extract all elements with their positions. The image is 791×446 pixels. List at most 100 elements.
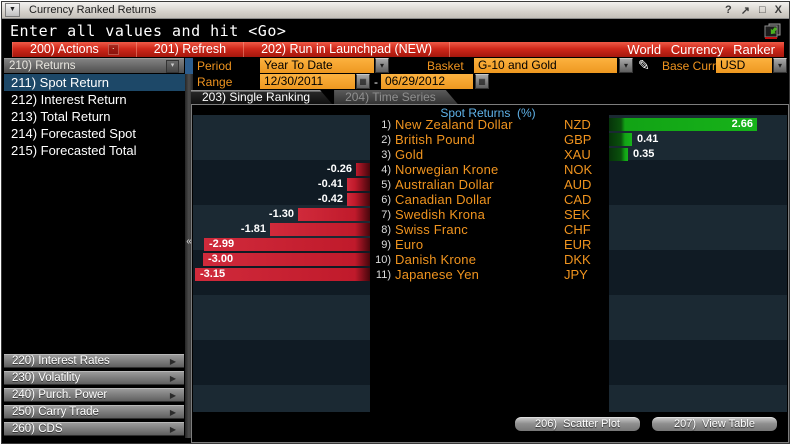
currency-code: DKK — [564, 252, 591, 267]
bar-value-label: -3.00 — [208, 253, 234, 265]
app-window: ▼ Currency Ranked Returns ? ↗ □ X Enter all… — [1, 1, 790, 444]
range-end-input[interactable]: 06/29/2012 — [381, 74, 473, 89]
help-icon[interactable]: ? — [725, 4, 732, 17]
currency-name: Danish Krone — [395, 252, 477, 267]
sidebar-header-returns[interactable]: 210) Returns ▾ — [4, 58, 184, 73]
sidebar-section-bar[interactable]: 240) Purch. Power ▶ — [4, 388, 184, 402]
window-controls: ? ↗ □ X — [725, 4, 782, 17]
submenu-arrow-icon: ▶ — [169, 407, 176, 417]
currency-row[interactable]: 9) Euro EUR — [370, 237, 609, 252]
ranking-panel: Spot Returns (%) -0.26 -0.41 -0.42 -1.30 -1.… — [191, 104, 789, 443]
tab-single-ranking[interactable]: 203) Single Ranking — [191, 90, 332, 104]
menu-item[interactable]: 200) Actions · — [12, 42, 137, 57]
bar-value-label: 0.35 — [633, 148, 655, 160]
period-select[interactable]: Year To Date — [260, 58, 374, 73]
function-title: World Currency Ranker — [627, 42, 775, 57]
calendar-icon[interactable]: ▦ — [475, 74, 489, 89]
positive-bar — [609, 133, 632, 146]
currency-name: Norwegian Krone — [395, 162, 499, 177]
currency-rank: 6) — [381, 194, 391, 206]
bar-value-label: 2.66 — [731, 118, 753, 130]
sidebar-section-bar[interactable]: 250) Carry Trade ▶ — [4, 405, 184, 419]
currency-code: NOK — [564, 162, 593, 177]
currency-row[interactable]: 11) Japanese Yen JPY — [370, 267, 609, 282]
currency-rank: 7) — [381, 209, 391, 221]
bar-value-label: -1.81 — [240, 223, 266, 235]
bar-value-label: 0.41 — [637, 133, 659, 145]
basket-select[interactable]: G-10 and Gold — [474, 58, 617, 73]
basket-dropdown-icon[interactable]: ▾ — [619, 58, 633, 73]
range-start-input[interactable]: 12/30/2011 — [260, 74, 355, 89]
menu-bar: 200) Actions · 201) Refresh 202) Run in Lau… — [12, 42, 784, 57]
currency-name: Euro — [395, 237, 424, 252]
currency-rank: 4) — [381, 164, 391, 176]
sidebar-item[interactable]: 214) Forecasted Spot — [4, 125, 185, 142]
sidebar-header-label: 210) Returns — [9, 60, 76, 72]
currency-name: Swiss Franc — [395, 222, 468, 237]
scatter-plot-button[interactable]: 206) Scatter Plot — [515, 417, 640, 431]
currency-name: New Zealand Dollar — [395, 117, 513, 132]
bar-value-label: -0.42 — [317, 193, 343, 205]
currency-row[interactable]: 3) Gold XAU — [370, 147, 609, 162]
window-menu-button[interactable]: ▼ — [5, 3, 20, 17]
menu-item[interactable]: 201) Refresh — [137, 42, 245, 57]
negative-bar — [347, 193, 370, 206]
currency-name: Australian Dollar — [395, 177, 494, 192]
sidebar-item[interactable]: 213) Total Return — [4, 108, 185, 125]
currency-rank: 5) — [381, 179, 391, 191]
currency-code: JPY — [564, 267, 588, 282]
currency-row[interactable]: 10) Danish Krone DKK — [370, 252, 609, 267]
sidebar-item[interactable]: 211) Spot Return — [4, 74, 185, 91]
sidebar-section-bar[interactable]: 260) CDS ▶ — [4, 422, 184, 436]
submenu-arrow-icon: ▶ — [169, 356, 176, 366]
sidebar-section-bar[interactable]: 220) Interest Rates ▶ — [4, 354, 184, 368]
edit-basket-icon[interactable]: ✎ — [638, 57, 650, 74]
view-table-button[interactable]: 207) View Table — [652, 417, 777, 431]
currency-code: XAU — [564, 147, 591, 162]
sidebar-bottom-menu: 220) Interest Rates ▶ 230) Volatility ▶ 240)… — [4, 354, 184, 439]
export-screenshot-icon[interactable] — [764, 23, 781, 39]
currency-row[interactable]: 4) Norwegian Krone NOK — [370, 162, 609, 177]
currency-name: Canadian Dollar — [395, 192, 492, 207]
currency-row[interactable]: 1) New Zealand Dollar NZD — [370, 117, 609, 132]
bar-value-label: -1.30 — [268, 208, 294, 220]
currency-rank: 9) — [381, 239, 391, 251]
menu-item[interactable]: 202) Run in Launchpad (NEW) — [244, 42, 450, 57]
currency-row[interactable]: 2) British Pound GBP — [370, 132, 609, 147]
splitter-top-cap — [185, 58, 193, 74]
currency-row[interactable]: 7) Swedish Krona SEK — [370, 207, 609, 222]
actions-dropdown-marker[interactable]: · — [107, 44, 119, 55]
maximize-icon[interactable]: □ — [759, 4, 766, 17]
currency-rank: 8) — [381, 224, 391, 236]
currency-rank: 11) — [375, 269, 391, 281]
basket-label: Basket — [427, 59, 464, 73]
sidebar-section-bar[interactable]: 230) Volatility ▶ — [4, 371, 184, 385]
currency-row[interactable]: 6) Canadian Dollar CAD — [370, 192, 609, 207]
currency-rank: 1) — [381, 119, 391, 131]
close-icon[interactable]: X — [775, 4, 782, 17]
period-label: Period — [197, 59, 232, 73]
negative-bars-column: -0.26 -0.41 -0.42 -1.30 -1.81 -2.99 -3.00 -3.15 — [193, 115, 370, 412]
chevron-down-icon[interactable]: ▾ — [166, 59, 179, 73]
popout-icon[interactable]: ↗ — [741, 4, 750, 17]
tab-time-series[interactable]: 204) Time Series — [334, 90, 458, 104]
currency-name: Gold — [395, 147, 424, 162]
currency-rank: 3) — [381, 149, 391, 161]
submenu-arrow-icon: ▶ — [169, 373, 176, 383]
sidebar-item[interactable]: 212) Interest Return — [4, 91, 185, 108]
period-dropdown-icon[interactable]: ▾ — [375, 58, 389, 73]
currency-row[interactable]: 5) Australian Dollar AUD — [370, 177, 609, 192]
bar-value-label: -0.41 — [317, 178, 343, 190]
sidebar-items: 211) Spot Return 212) Interest Return 213)… — [4, 74, 185, 159]
currency-code: NZD — [564, 117, 591, 132]
range-separator: - — [374, 75, 378, 89]
negative-bar — [270, 223, 370, 236]
currency-code: CHF — [564, 222, 591, 237]
calendar-icon[interactable]: ▦ — [356, 74, 370, 89]
base-curr-dropdown-icon[interactable]: ▾ — [773, 58, 787, 73]
sidebar-item[interactable]: 215) Forecasted Total — [4, 142, 185, 159]
command-line[interactable]: Enter all values and hit <Go> — [2, 19, 789, 42]
currency-code: GBP — [564, 132, 592, 147]
currency-row[interactable]: 8) Swiss Franc CHF — [370, 222, 609, 237]
base-curr-select[interactable]: USD — [716, 58, 772, 73]
